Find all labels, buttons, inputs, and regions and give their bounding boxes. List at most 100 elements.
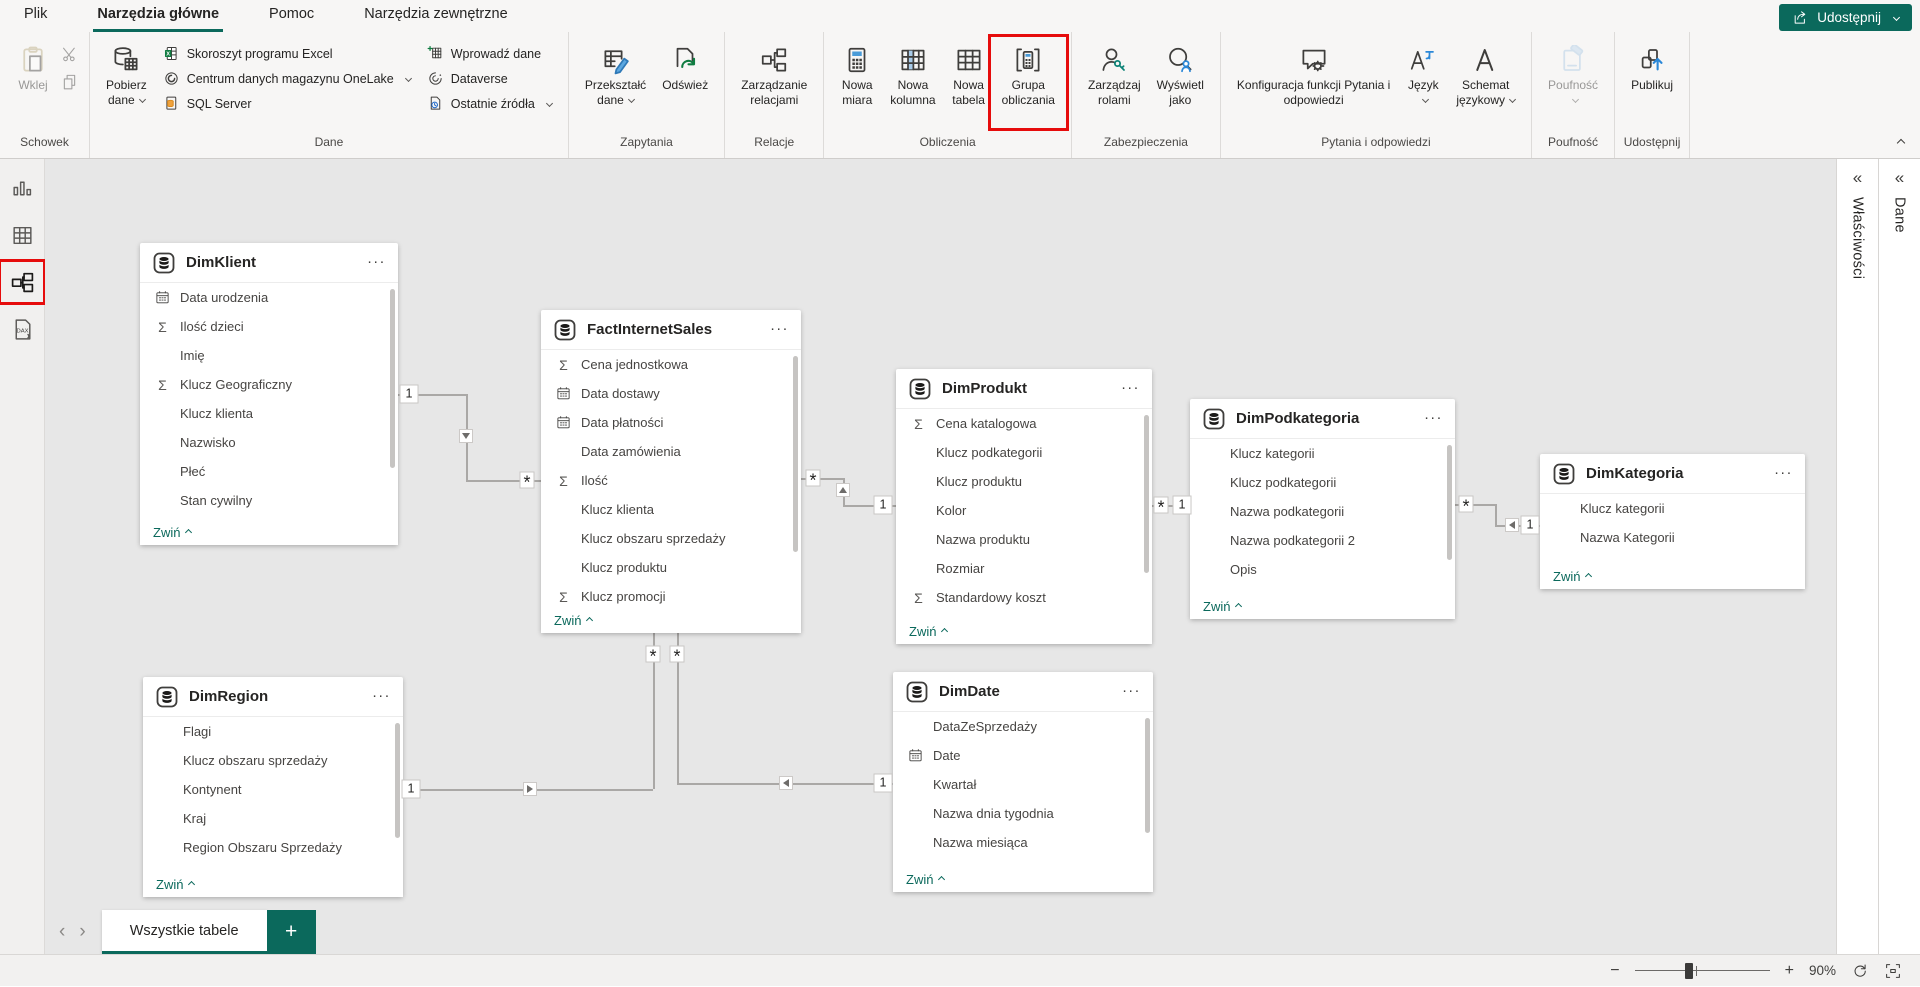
field-row[interactable]: Kolor: [896, 496, 1152, 525]
collapse-table-link[interactable]: Zwiń: [541, 607, 801, 633]
field-row[interactable]: Kraj: [143, 804, 403, 833]
table-scrollbar-thumb[interactable]: [395, 723, 400, 838]
table-more-options-button[interactable]: ...: [1424, 410, 1443, 427]
table-more-options-button[interactable]: ...: [1774, 465, 1793, 482]
tab-pomoc[interactable]: Pomoc: [265, 0, 318, 32]
table-more-options-button[interactable]: ...: [770, 321, 789, 338]
sidenav-report-view[interactable]: [7, 173, 37, 203]
button-przeksztalc-dane[interactable]: Przekształćdane: [577, 39, 654, 110]
field-row[interactable]: Imię: [140, 341, 398, 370]
field-row[interactable]: Nazwa podkategorii 2: [1190, 526, 1455, 555]
button-skoroszyt-programu-excel[interactable]: XSkoroszyt programu Excel: [163, 41, 411, 66]
sidenav-model-view[interactable]: [7, 267, 37, 297]
collapse-ribbon-button[interactable]: [1893, 136, 1904, 151]
zoom-in-button[interactable]: +: [1785, 962, 1794, 980]
button-grupa-obliczania[interactable]: Grupaobliczania: [994, 39, 1063, 110]
button-sql-server[interactable]: SQL Server: [163, 91, 411, 116]
field-row[interactable]: Kontynent: [143, 775, 403, 804]
field-row[interactable]: Klucz podkategorii: [1190, 468, 1455, 497]
button-nowa-tabela[interactable]: Nowatabela: [944, 39, 994, 110]
button-schemat-jezykowy[interactable]: Schematjęzykowy: [1448, 39, 1523, 110]
table-factinternetsales[interactable]: FactInternetSales...ΣCena jednostkowaDat…: [541, 310, 801, 633]
table-dimpodkategoria[interactable]: DimPodkategoria...Klucz kategoriiKlucz p…: [1190, 399, 1455, 619]
zoom-out-button[interactable]: −: [1610, 962, 1619, 980]
zoom-slider[interactable]: [1635, 963, 1770, 979]
field-row[interactable]: Date: [893, 741, 1153, 770]
expand-data-icon[interactable]: «: [1895, 171, 1904, 185]
table-more-options-button[interactable]: ...: [1122, 683, 1141, 700]
sidenav-dax-query-view[interactable]: DAX: [7, 314, 37, 344]
button-zarzadzaj-rolami[interactable]: Zarządzajrolami: [1080, 39, 1149, 110]
properties-panel-label[interactable]: Właściwości: [1850, 197, 1866, 279]
field-row[interactable]: Klucz kategorii: [1190, 439, 1455, 468]
collapse-table-link[interactable]: Zwiń: [1190, 593, 1455, 619]
table-dimkategoria[interactable]: DimKategoria...Klucz kategoriiNazwa Kate…: [1540, 454, 1805, 589]
scroll-tabs-left-icon[interactable]: ‹: [59, 921, 65, 943]
field-row[interactable]: Flagi: [143, 717, 403, 746]
field-row[interactable]: Nazwa miesiąca: [893, 828, 1153, 857]
table-scrollbar-thumb[interactable]: [390, 289, 395, 468]
table-scrollbar-thumb[interactable]: [793, 356, 798, 552]
table-scrollbar-thumb[interactable]: [1145, 718, 1150, 833]
field-row[interactable]: Nazwa Kategorii: [1540, 523, 1805, 552]
field-row[interactable]: Opis: [1190, 555, 1455, 584]
field-row[interactable]: Data zamówienia: [541, 437, 801, 466]
field-row[interactable]: Klucz klienta: [140, 399, 398, 428]
field-row[interactable]: Nazwa dnia tygodnia: [893, 799, 1153, 828]
collapse-table-link[interactable]: Zwiń: [140, 519, 398, 545]
field-row[interactable]: Klucz obszaru sprzedaży: [541, 524, 801, 553]
table-dimregion[interactable]: DimRegion...FlagiKlucz obszaru sprzedaży…: [143, 677, 403, 897]
field-row[interactable]: Region Obszaru Sprzedaży: [143, 833, 403, 862]
field-row[interactable]: ΣStandardowy koszt: [896, 583, 1152, 612]
button-wyswietl-jako[interactable]: Wyświetljako: [1149, 39, 1212, 110]
data-panel-label[interactable]: Dane: [1892, 197, 1908, 233]
expand-properties-icon[interactable]: «: [1853, 171, 1862, 185]
tab-plik[interactable]: Plik: [20, 0, 51, 32]
sidenav-table-view[interactable]: [7, 220, 37, 250]
button-dataverse[interactable]: Dataverse: [427, 66, 552, 91]
tab-narzedzia-zewnetrzne[interactable]: Narzędzia zewnętrzne: [360, 0, 511, 32]
field-row[interactable]: Kwartał: [893, 770, 1153, 799]
table-more-options-button[interactable]: ...: [367, 254, 386, 271]
field-row[interactable]: Data urodzenia: [140, 283, 398, 312]
table-dimprodukt[interactable]: DimProdukt...ΣCena katalogowaKlucz podka…: [896, 369, 1152, 644]
tab-all-tables[interactable]: Wszystkie tabele: [102, 910, 267, 954]
table-dimklient[interactable]: DimKlient...Data urodzeniaΣIlość dzieciI…: [140, 243, 398, 545]
tab-narzedzia-glowne[interactable]: Narzędzia główne: [93, 0, 223, 32]
collapse-table-link[interactable]: Zwiń: [896, 618, 1152, 644]
table-scrollbar-thumb[interactable]: [1144, 415, 1149, 573]
button-nowa-kolumna[interactable]: Nowakolumna: [882, 39, 943, 110]
field-row[interactable]: Rozmiar: [896, 554, 1152, 583]
button-nowa-miara[interactable]: Nowamiara: [832, 39, 882, 110]
button-jezyk[interactable]: Język: [1398, 39, 1448, 110]
table-more-options-button[interactable]: ...: [1121, 380, 1140, 397]
collapse-table-link[interactable]: Zwiń: [143, 871, 403, 897]
reset-zoom-icon[interactable]: [1851, 962, 1869, 980]
button-pobierz-dane[interactable]: Pobierzdane: [98, 39, 155, 110]
field-row[interactable]: Klucz obszaru sprzedaży: [143, 746, 403, 775]
field-row[interactable]: ΣCena katalogowa: [896, 409, 1152, 438]
field-row[interactable]: ΣCena jednostkowa: [541, 350, 801, 379]
collapse-table-link[interactable]: Zwiń: [893, 866, 1153, 892]
field-row[interactable]: DataZeSprzedaży: [893, 712, 1153, 741]
button-centrum-danych-magazynu-onelake[interactable]: Centrum danych magazynu OneLake: [163, 66, 411, 91]
field-row[interactable]: Płeć: [140, 457, 398, 486]
field-row[interactable]: Nazwa produktu: [896, 525, 1152, 554]
collapse-table-link[interactable]: Zwiń: [1540, 563, 1805, 589]
field-row[interactable]: Data dostawy: [541, 379, 801, 408]
button-konfiguracja-funkcji-pytania-i-odpowiedzi[interactable]: Konfiguracja funkcji Pytania iodpowiedzi: [1229, 39, 1398, 110]
field-row[interactable]: Klucz kategorii: [1540, 494, 1805, 523]
scroll-tabs-right-icon[interactable]: ›: [79, 921, 85, 943]
field-row[interactable]: ΣKlucz Geograficzny: [140, 370, 398, 399]
table-more-options-button[interactable]: ...: [372, 688, 391, 705]
button-publikuj[interactable]: Publikuj: [1623, 39, 1681, 95]
field-row[interactable]: ΣIlość dzieci: [140, 312, 398, 341]
field-row[interactable]: Nazwisko: [140, 428, 398, 457]
field-row[interactable]: Klucz produktu: [541, 553, 801, 582]
button-zarzadzanie-relacjami[interactable]: Zarządzanierelacjami: [733, 39, 815, 110]
field-row[interactable]: Nazwa podkategorii: [1190, 497, 1455, 526]
add-layout-tab-button[interactable]: +: [267, 910, 316, 954]
button-odswiez[interactable]: Odśwież: [654, 39, 716, 95]
button-wprowadz-dane[interactable]: Wprowadź dane: [427, 41, 552, 66]
field-row[interactable]: ΣIlość: [541, 466, 801, 495]
